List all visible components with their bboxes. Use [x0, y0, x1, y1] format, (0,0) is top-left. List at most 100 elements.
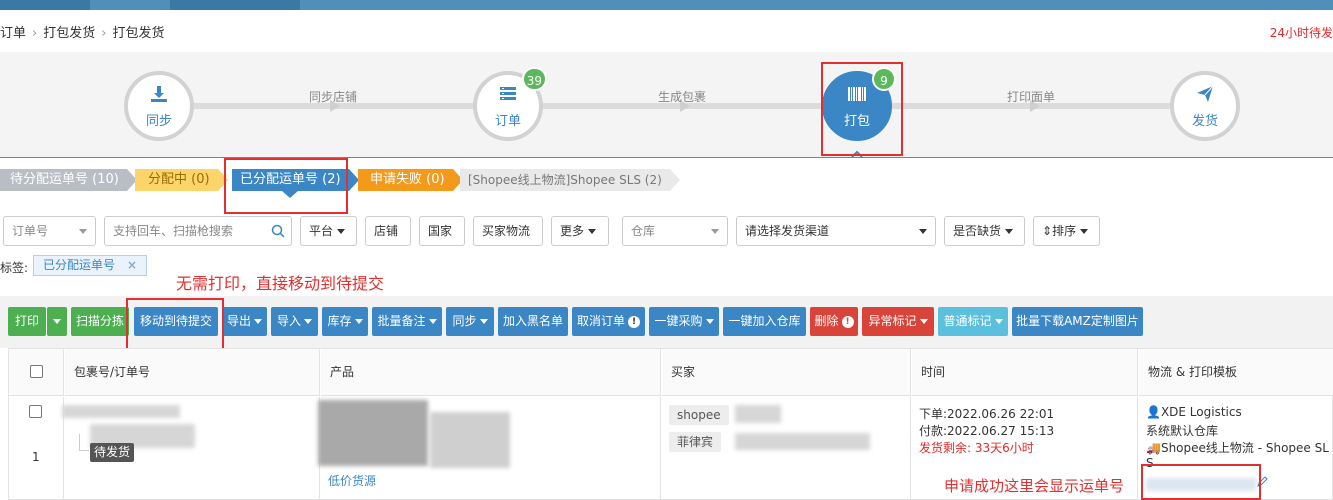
step-ship[interactable]: 发货: [1170, 71, 1240, 141]
breadcrumb-item-pack-ship[interactable]: 打包发货: [43, 26, 95, 41]
platform-dropdown[interactable]: 平台: [300, 216, 357, 246]
button-label: 库存: [327, 314, 352, 328]
one-click-warehouse-button[interactable]: 一键加入仓库: [723, 307, 806, 336]
button-label: 加入黑名单: [502, 314, 563, 328]
step-label: 发货: [1191, 114, 1218, 129]
chevron-down-icon: [254, 319, 262, 324]
tab-label: [Shopee线上物流]Shopee SLS (2): [468, 173, 662, 187]
chevron-down-icon: [711, 229, 719, 234]
shipping-channel-name: Shopee线上物流 - Shopee SL: [1160, 441, 1329, 455]
column-header-product: 产品: [321, 349, 661, 396]
more-dropdown[interactable]: 更多: [551, 216, 609, 246]
column-header-time: 时间: [912, 349, 1138, 396]
tree-connector: [79, 434, 89, 451]
connector-label: 同步店铺: [309, 90, 358, 104]
chevron-down-icon: [588, 229, 597, 234]
header-select-cell: [9, 349, 64, 396]
deadline-notice: 24小时待发: [1269, 26, 1333, 40]
country-button[interactable]: 国家: [419, 216, 465, 246]
search-placeholder: 支持回车、扫描枪搜索: [113, 224, 234, 238]
sync-dropdown[interactable]: 同步: [446, 307, 494, 336]
row-checkbox[interactable]: [29, 405, 42, 418]
column-header-buyer: 买家: [662, 349, 911, 396]
sort-dropdown[interactable]: ⇕排序: [1033, 216, 1100, 246]
button-label: 普通标记: [943, 314, 992, 328]
import-dropdown[interactable]: 导入: [271, 307, 318, 336]
chevron-down-icon: [919, 319, 928, 324]
normal-mark-dropdown[interactable]: 普通标记: [938, 307, 1008, 336]
dropdown-label: 平台: [309, 224, 334, 238]
shipping-channel-select[interactable]: 请选择发货渠道: [736, 216, 936, 246]
button-label: 删除: [814, 314, 839, 328]
warehouse-select[interactable]: 仓库: [622, 216, 728, 246]
out-of-stock-dropdown[interactable]: 是否缺货: [944, 216, 1025, 246]
step-sync[interactable]: 同步: [124, 71, 194, 141]
annotation-no-print: 无需打印，直接移动到待提交: [176, 274, 385, 293]
low-price-source-link[interactable]: 低价货源: [328, 472, 376, 489]
logistics-provider-name: XDE Logistics: [1160, 405, 1242, 419]
button-label: 店铺: [374, 224, 399, 238]
tab-shopee-sls[interactable]: [Shopee线上物流]Shopee SLS (2): [460, 169, 680, 191]
close-icon[interactable]: ×: [127, 258, 137, 272]
tab-label: 分配中 (0): [148, 172, 210, 187]
highlight-box-move: [126, 298, 224, 354]
logistics-provider: 👤XDE Logistics: [1146, 405, 1242, 419]
dropdown-label: 是否缺货: [953, 224, 1002, 238]
scan-sort-button[interactable]: 扫描分拣: [71, 307, 129, 336]
add-blacklist-button[interactable]: 加入黑名单: [498, 307, 568, 336]
download-icon: [128, 85, 190, 108]
print-dropdown-toggle[interactable]: [47, 307, 67, 336]
search-input[interactable]: 支持回车、扫描枪搜索: [104, 216, 292, 246]
cancel-order-button[interactable]: 取消订单!: [572, 307, 645, 336]
chevron-down-icon: [1080, 229, 1089, 234]
breadcrumb-item-current: 打包发货: [112, 26, 165, 41]
row-index: 1: [32, 450, 40, 464]
select-value: 请选择发货渠道: [745, 224, 830, 238]
search-icon[interactable]: [271, 224, 285, 238]
delete-button[interactable]: 删除!: [810, 307, 858, 336]
breadcrumb-item-orders[interactable]: 订单: [0, 26, 26, 41]
select-all-checkbox[interactable]: [30, 365, 43, 378]
button-label: 批量下载AMZ定制图片: [1016, 314, 1139, 328]
batch-download-amz-button[interactable]: 批量下载AMZ定制图片: [1012, 307, 1143, 336]
inventory-dropdown[interactable]: 库存: [322, 307, 368, 336]
step-orders[interactable]: 订单 39: [473, 67, 547, 141]
one-click-purchase-dropdown[interactable]: 一键采购: [649, 307, 719, 336]
chevron-down-icon: [79, 229, 87, 234]
button-label: 扫描分拣: [75, 314, 124, 328]
highlight-box-assigned: [224, 158, 348, 214]
chevron-right-icon: ›: [32, 26, 38, 41]
redacted-buyer-name: [735, 405, 781, 423]
button-label: 一键加入仓库: [728, 314, 801, 328]
connector-label: 打印面单: [1007, 90, 1056, 104]
order-count-badge: 39: [521, 67, 547, 91]
print-button[interactable]: 打印: [8, 307, 46, 336]
chevron-down-icon: [705, 319, 714, 324]
button-label: 买家物流: [482, 224, 531, 238]
tab-label: 申请失败 (0): [370, 172, 445, 187]
shop-button[interactable]: 店铺: [365, 216, 411, 246]
button-label: 打印: [14, 314, 39, 328]
tab-assigning[interactable]: 分配中 (0): [135, 169, 228, 191]
tag-chip-label: 已分配运单号: [43, 258, 116, 272]
button-label: 导入: [276, 314, 301, 328]
select-value: 仓库: [631, 224, 656, 238]
highlight-box-tracking: [1141, 464, 1261, 500]
tab-unassigned[interactable]: 待分配运单号 (10): [0, 169, 137, 191]
button-label: 批量备注: [377, 314, 426, 328]
batch-note-dropdown[interactable]: 批量备注: [372, 307, 442, 336]
export-dropdown[interactable]: 导出: [222, 307, 267, 336]
buyer-logistics-button[interactable]: 买家物流: [473, 216, 543, 246]
status-badge: 待发货: [90, 443, 135, 462]
top-nav-segment: [0, 0, 90, 10]
tab-failed[interactable]: 申请失败 (0): [358, 169, 463, 191]
column-header-package: 包裹号/订单号: [65, 349, 320, 396]
breadcrumb: 订单 › 打包发货 › 打包发货: [0, 22, 164, 41]
button-label: 取消订单: [576, 314, 625, 328]
exception-mark-dropdown[interactable]: 异常标记: [862, 307, 934, 336]
shipping-channel: 🚚Shopee线上物流 - Shopee SL: [1146, 439, 1329, 456]
warehouse-name: 系统默认仓库: [1146, 424, 1219, 438]
order-no-select[interactable]: 订单号: [3, 216, 96, 246]
annotation-tracking: 申请成功这里会显示运单号: [944, 477, 1125, 495]
sort-icon: ⇕: [1042, 224, 1053, 238]
